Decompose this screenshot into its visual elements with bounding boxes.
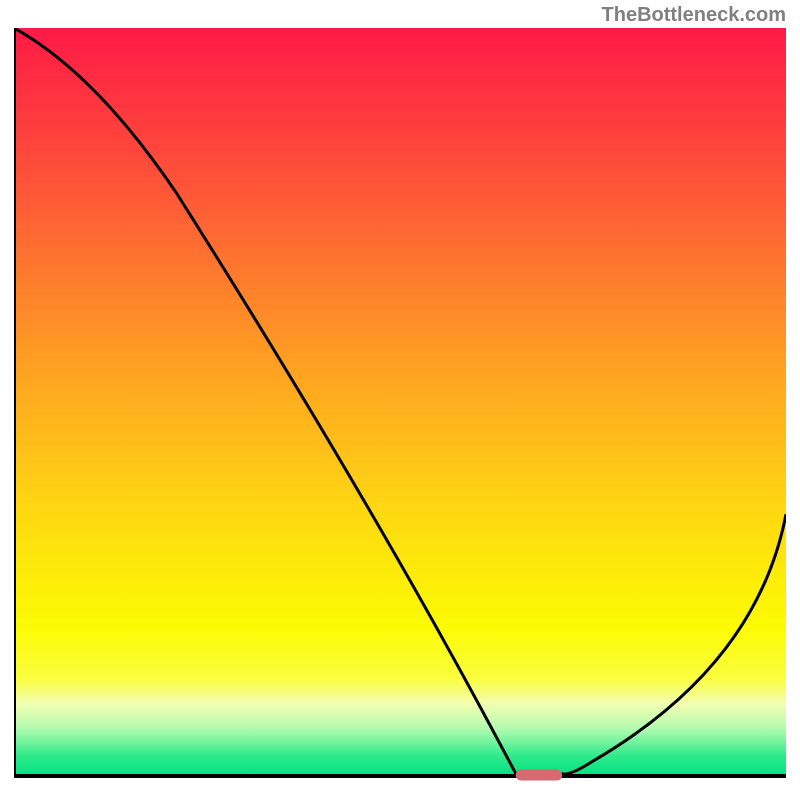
chart-background [14,28,786,776]
bottleneck-chart [14,28,786,788]
watermark-text: TheBottleneck.com [602,4,786,27]
optimal-marker [516,770,562,781]
